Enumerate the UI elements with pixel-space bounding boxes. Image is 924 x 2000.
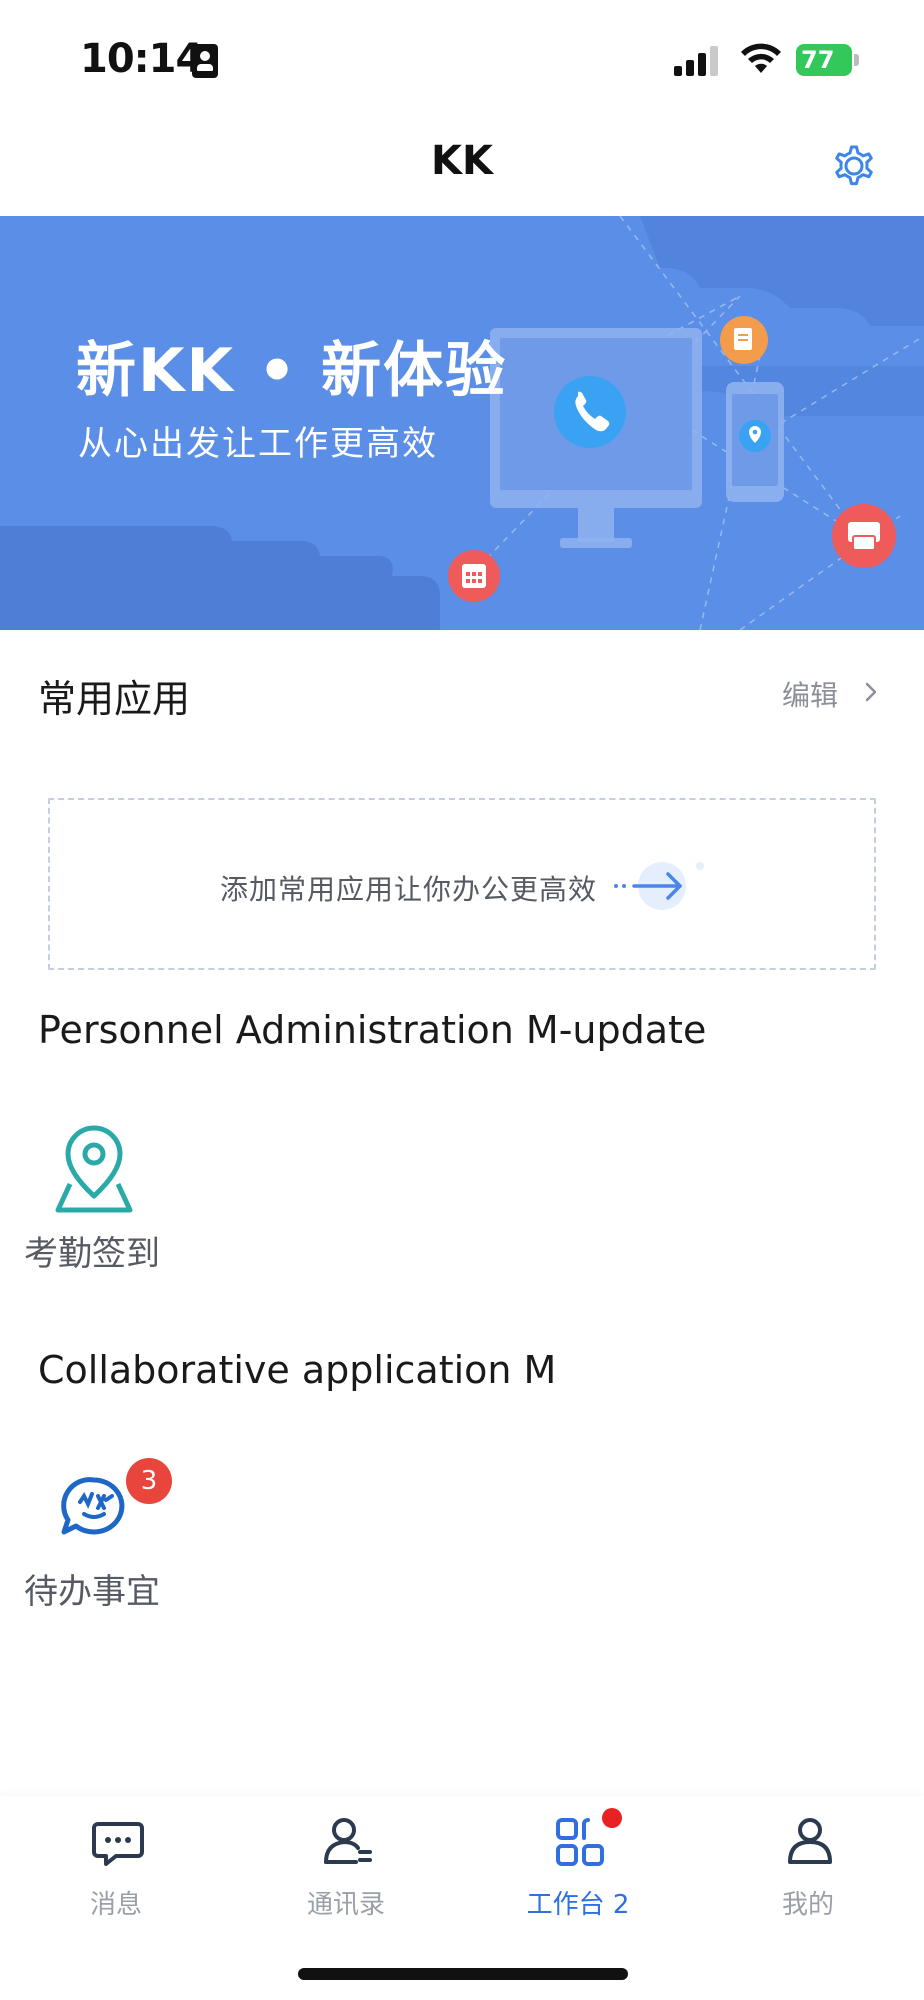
group-title-personnel: Personnel Administration M-update — [38, 1008, 707, 1052]
tab-label: 我的 — [781, 1890, 834, 1920]
add-common-apps-prompt: 添加常用应用让你办公更高效 — [220, 873, 598, 906]
todo-count-badge: 3 — [126, 1458, 172, 1504]
promo-banner[interactable]: 新KK • 新体验 从心出发让工作更高效 — [0, 216, 924, 630]
status-time: 10:14 — [80, 36, 203, 82]
arrow-right-icon[interactable] — [612, 854, 722, 918]
battery-indicator: 77 — [796, 44, 852, 76]
tab-label: 工作台 2 — [526, 1890, 630, 1920]
home-indicator — [298, 1968, 628, 1980]
app-label: 考勤签到 — [24, 1234, 160, 1274]
page-title: KK — [431, 138, 493, 184]
profile-icon — [788, 1818, 832, 1864]
edit-common-apps-link[interactable]: 编辑 — [782, 674, 838, 714]
notification-dot — [602, 1808, 622, 1828]
battery-cap — [854, 54, 859, 66]
add-common-apps-box[interactable]: 添加常用应用让你办公更高效 — [48, 798, 876, 970]
banner-title: 新KK • 新体验 — [76, 336, 508, 406]
wifi-icon — [741, 43, 781, 73]
banner-subtitle: 从心出发让工作更高效 — [78, 424, 438, 464]
tab-workbench[interactable]: 工作台 2 — [508, 1808, 648, 1924]
app-tile-todo[interactable]: 3 待办事宜 — [22, 1458, 172, 1612]
tab-profile[interactable]: 我的 — [738, 1814, 878, 1924]
app-label: 待办事宜 — [24, 1572, 160, 1612]
chevron-right-icon[interactable] — [862, 678, 880, 706]
contacts-icon — [324, 1818, 372, 1864]
common-apps-header: 常用应用 编辑 — [0, 668, 924, 748]
tab-label: 消息 — [89, 1890, 142, 1920]
app-tile-attendance[interactable]: 考勤签到 — [22, 1122, 162, 1274]
cellular-signal-icon — [674, 44, 722, 76]
tab-contacts[interactable]: 通讯录 — [276, 1814, 416, 1924]
settings-gear-icon[interactable] — [826, 138, 882, 194]
status-bar: 10:14 77 — [0, 0, 924, 120]
tab-label: 通讯录 — [306, 1890, 385, 1920]
tab-messages[interactable]: 消息 — [46, 1814, 186, 1924]
location-pin-icon — [55, 1125, 133, 1213]
group-title-collaborative: Collaborative application M — [38, 1348, 557, 1392]
nav-bar: KK — [0, 120, 924, 216]
common-apps-title: 常用应用 — [38, 677, 191, 721]
id-card-icon — [192, 44, 218, 78]
workbench-icon — [556, 1818, 604, 1866]
message-icon — [92, 1822, 144, 1866]
